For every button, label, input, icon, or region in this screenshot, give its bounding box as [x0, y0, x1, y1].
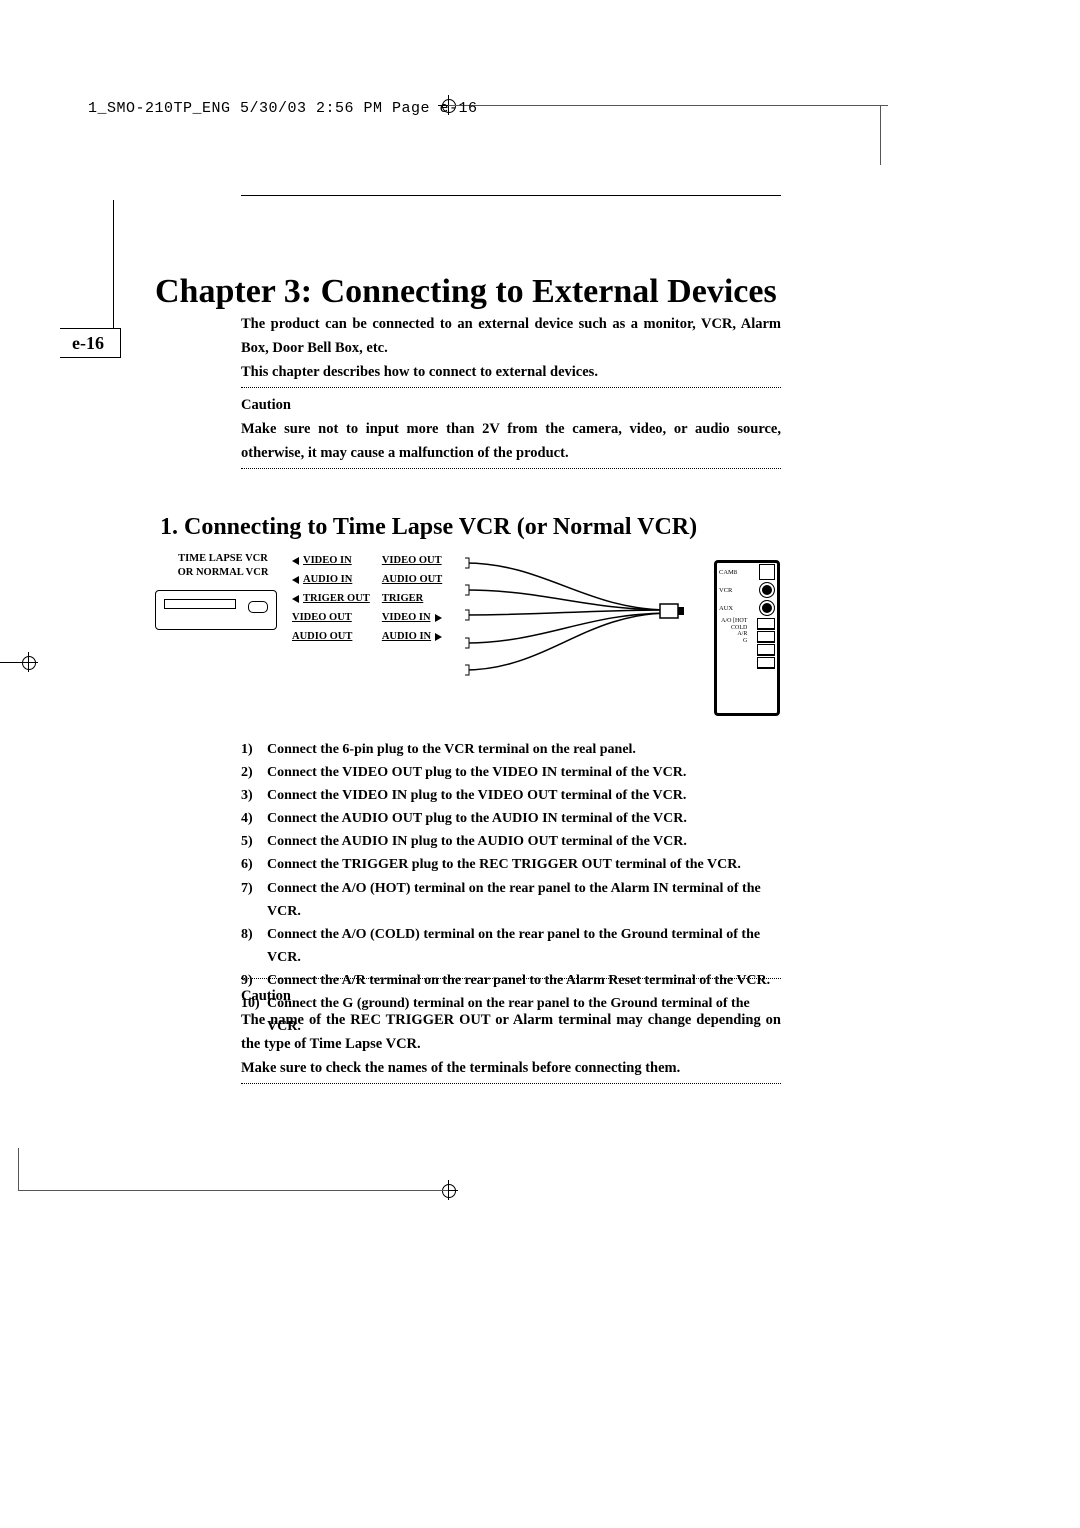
dotted-rule — [241, 387, 781, 388]
panel-ar: A/R — [719, 631, 747, 638]
caution-label: Caution — [241, 394, 781, 418]
chapter-title: Chapter 3: Connecting to External Device… — [155, 273, 777, 311]
panel-vcr: VCR — [719, 587, 732, 594]
cable-bundle-icon — [465, 555, 685, 685]
sig-l: AUDIO OUT — [292, 631, 352, 642]
panel-ao: A/O — [721, 618, 731, 624]
guide-top-h — [448, 105, 888, 106]
signal-table: VIDEO IN VIDEO OUT AUDIO IN AUDIO OUT TRIG… — [290, 550, 454, 647]
dotted-rule — [241, 468, 781, 469]
step-item: Connect the VIDEO OUT plug to the VIDEO … — [241, 761, 781, 784]
step-item: Connect the TRIGGER plug to the REC TRIG… — [241, 853, 781, 876]
step-item: Connect the VIDEO IN plug to the VIDEO O… — [241, 784, 781, 807]
top-rule — [241, 195, 781, 196]
step-item: Connect the A/O (HOT) terminal on the re… — [241, 877, 781, 923]
print-slug: 1_SMO-210TP_ENG 5/30/03 2:56 PM Page e-1… — [88, 100, 478, 117]
panel-cam8: CAM8 — [719, 569, 737, 576]
section-title: 1. Connecting to Time Lapse VCR (or Norm… — [160, 514, 697, 541]
guide-bot-h — [18, 1190, 448, 1191]
sig-r: AUDIO OUT — [382, 574, 442, 585]
guide-left-h — [0, 662, 22, 663]
sig-r: TRIGER — [382, 593, 423, 604]
sig-l: VIDEO OUT — [292, 612, 352, 623]
guide-bot-v — [18, 1148, 19, 1190]
dotted-rule — [241, 978, 781, 979]
vcr-label-1: TIME LAPSE VCR — [178, 553, 268, 564]
page-v-rule — [113, 200, 114, 328]
vcr-label-2: OR NORMAL VCR — [178, 567, 269, 578]
panel-g: G — [719, 638, 747, 645]
sig-l: TRIGER OUT — [303, 593, 370, 604]
sig-r: AUDIO IN — [382, 631, 431, 642]
sig-l: VIDEO IN — [303, 555, 352, 566]
panel-cold: COLD — [731, 625, 747, 631]
guide-top-v — [880, 105, 881, 165]
sig-l: AUDIO IN — [303, 574, 352, 585]
intro-block: The product can be connected to an exter… — [241, 313, 781, 475]
caution-text: Make sure not to input more than 2V from… — [241, 418, 781, 466]
page-label: e-16 — [72, 333, 104, 354]
caution2-p2: Make sure to check the names of the term… — [241, 1057, 781, 1081]
step-item: Connect the AUDIO OUT plug to the AUDIO … — [241, 807, 781, 830]
connection-diagram: TIME LAPSE VCR OR NORMAL VCR VIDEO INVID… — [155, 550, 755, 720]
step-item: Connect the 6-pin plug to the VCR termin… — [241, 738, 781, 761]
panel-aux: AUX — [719, 605, 733, 612]
vcr-label: TIME LAPSE VCR OR NORMAL VCR — [163, 552, 283, 579]
caution2-p1: The name of the REC TRIGGER OUT or Alarm… — [241, 1009, 781, 1057]
vcr-icon — [155, 590, 277, 630]
sig-r: VIDEO IN — [382, 612, 431, 623]
dotted-rule — [241, 1083, 781, 1084]
sig-r: VIDEO OUT — [382, 555, 442, 566]
panel-hot: HOT — [735, 618, 747, 624]
caution2-label: Caution — [241, 985, 781, 1009]
rear-panel-icon: CAM8 VCR AUX A/O [HOT COLD A/R G — [714, 560, 780, 716]
intro-p1: The product can be connected to an exter… — [241, 313, 781, 361]
intro-p2: This chapter describes how to connect to… — [241, 361, 781, 385]
caution2-block: Caution The name of the REC TRIGGER OUT … — [241, 976, 781, 1090]
step-item: Connect the A/O (COLD) terminal on the r… — [241, 923, 781, 969]
step-item: Connect the AUDIO IN plug to the AUDIO O… — [241, 830, 781, 853]
